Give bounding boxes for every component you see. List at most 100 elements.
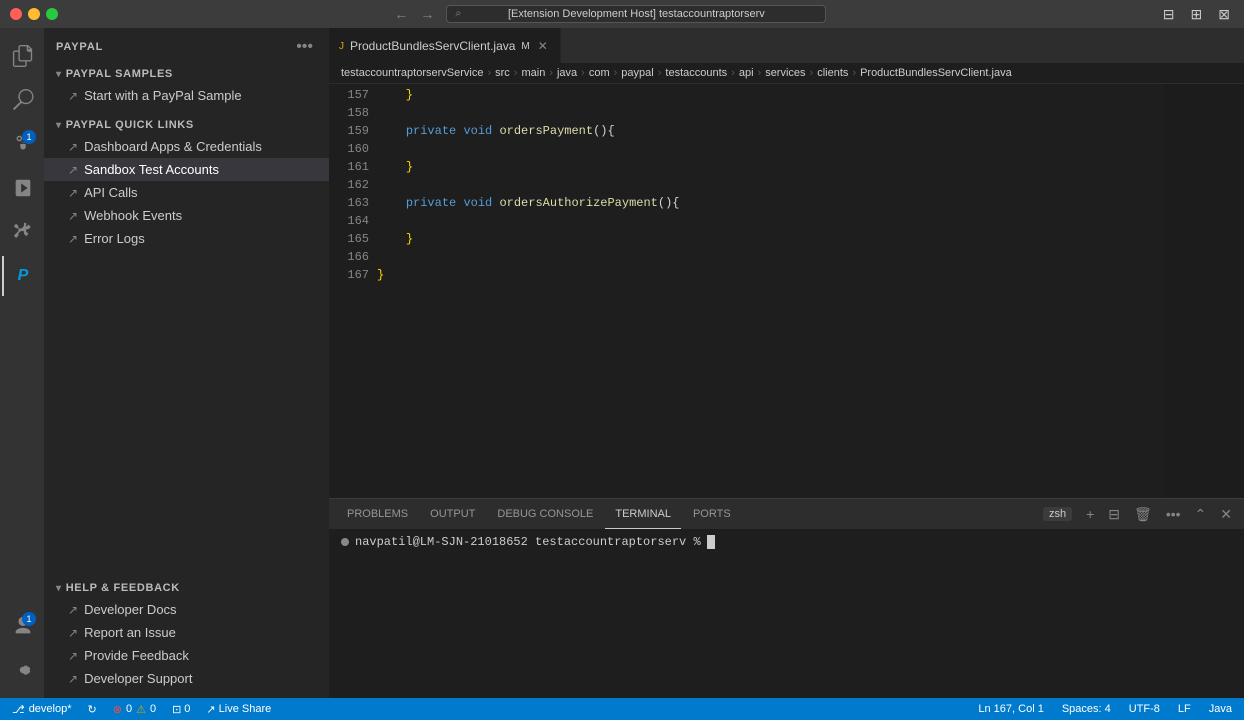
help-feedback-header[interactable]: ▾ HELP & FEEDBACK: [44, 578, 329, 598]
add-terminal-button[interactable]: +: [1082, 504, 1098, 524]
breadcrumb-item-0[interactable]: testaccountraptorservService: [341, 67, 483, 79]
ports-count: 0: [184, 703, 190, 715]
editor-tab-productbundles[interactable]: J ProductBundlesServClient.java M ✕: [329, 28, 561, 63]
external-link-icon-feedback: ↗: [68, 649, 78, 663]
help-chevron: ▾: [56, 583, 62, 594]
activity-search[interactable]: [2, 80, 42, 120]
error-count: 0: [126, 703, 132, 715]
tab-filename: ProductBundlesServClient.java: [350, 39, 515, 53]
close-button[interactable]: [10, 8, 22, 20]
status-spaces[interactable]: Spaces: 4: [1058, 703, 1115, 715]
title-bar-right: ⊟ ⊞ ⊠: [1159, 4, 1234, 25]
more-terminal-button[interactable]: •••: [1162, 504, 1185, 524]
breadcrumb-item-5[interactable]: paypal: [621, 67, 653, 79]
sidebar-item-webhook[interactable]: ↗ Webhook Events: [44, 204, 329, 227]
minimap: [1164, 84, 1244, 498]
close-panel-button[interactable]: ✕: [1216, 504, 1236, 525]
split-icon[interactable]: ⊞: [1187, 4, 1207, 25]
forward-arrow[interactable]: →: [416, 6, 438, 22]
code-content[interactable]: } private void ordersPayment(){ } privat…: [377, 84, 1164, 498]
activity-source-control[interactable]: 1: [2, 124, 42, 164]
activity-extensions[interactable]: [2, 212, 42, 252]
activity-accounts[interactable]: 1: [2, 606, 42, 646]
terminal-dot: [341, 538, 349, 546]
minimize-button[interactable]: [28, 8, 40, 20]
git-branch-icon: ⎇: [12, 703, 25, 716]
api-calls-label: API Calls: [84, 185, 137, 200]
activity-settings[interactable]: [2, 650, 42, 690]
status-language[interactable]: Java: [1205, 703, 1236, 715]
terminal-cursor: [707, 535, 715, 549]
paypal-quicklinks-label: PAYPAL QUICK LINKS: [66, 119, 194, 131]
activity-explorer[interactable]: [2, 36, 42, 76]
breadcrumb-item-6[interactable]: testaccounts: [665, 67, 727, 79]
trash-terminal-button[interactable]: 🗑: [1130, 504, 1156, 525]
tab-close-button[interactable]: ✕: [536, 39, 550, 53]
start-sample-label: Start with a PayPal Sample: [84, 88, 242, 103]
panel-tab-ports[interactable]: PORTS: [683, 499, 741, 529]
title-bar: ← → ⌕ [Extension Development Host] testa…: [0, 0, 1244, 28]
grid-icon[interactable]: ⊠: [1214, 4, 1234, 25]
sidebar-item-api-calls[interactable]: ↗ API Calls: [44, 181, 329, 204]
activity-bar-top: 1 P: [2, 36, 42, 606]
panel-tab-terminal[interactable]: TERMINAL: [605, 499, 681, 529]
panel-tab-problems[interactable]: PROBLEMS: [337, 499, 418, 529]
back-arrow[interactable]: ←: [390, 6, 412, 22]
activity-run[interactable]: [2, 168, 42, 208]
external-link-icon-support: ↗: [68, 672, 78, 686]
breadcrumb-item-1[interactable]: src: [495, 67, 510, 79]
dashboard-label: Dashboard Apps & Credentials: [84, 139, 262, 154]
status-cursor-pos[interactable]: Ln 167, Col 1: [974, 703, 1047, 715]
address-bar[interactable]: ⌕ [Extension Development Host] testaccou…: [446, 5, 826, 23]
status-liveshare[interactable]: ↗ Live Share: [202, 703, 275, 716]
paypal-quicklinks-chevron: ▾: [56, 120, 62, 131]
status-branch[interactable]: ⎇ develop*: [8, 703, 76, 716]
sidebar-item-sandbox[interactable]: ↗ Sandbox Test Accounts: [44, 158, 329, 181]
split-terminal-button[interactable]: ⊟: [1104, 504, 1124, 525]
error-logs-label: Error Logs: [84, 231, 145, 246]
breadcrumb-item-8[interactable]: services: [765, 67, 805, 79]
breadcrumb-item-2[interactable]: main: [521, 67, 545, 79]
terminal-content[interactable]: navpatil@LM-SJN-21018652 testaccountrapt…: [329, 529, 1244, 698]
sidebar-item-dashboard[interactable]: ↗ Dashboard Apps & Credentials: [44, 135, 329, 158]
external-link-icon-error: ↗: [68, 232, 78, 246]
breadcrumb-item-9[interactable]: clients: [817, 67, 848, 79]
layout-icon[interactable]: ⊟: [1159, 4, 1179, 25]
tab-modified-indicator: M: [521, 41, 529, 52]
breadcrumb-item-4[interactable]: com: [589, 67, 610, 79]
sidebar-item-error-logs[interactable]: ↗ Error Logs: [44, 227, 329, 250]
main-layout: 1 P 1 PAYPAL •••: [0, 28, 1244, 698]
status-bar-right: Ln 167, Col 1 Spaces: 4 UTF-8 LF Java: [974, 703, 1236, 715]
breadcrumb: testaccountraptorservService › src › mai…: [329, 63, 1244, 84]
status-ports[interactable]: ⊡ 0: [168, 703, 194, 716]
maximize-button[interactable]: [46, 8, 58, 20]
breadcrumb-item-3[interactable]: java: [557, 67, 577, 79]
sidebar-item-dev-docs[interactable]: ↗ Developer Docs: [44, 598, 329, 621]
breadcrumb-item-10[interactable]: ProductBundlesServClient.java: [860, 67, 1012, 79]
activity-paypal[interactable]: P: [2, 256, 42, 296]
external-link-icon-api: ↗: [68, 186, 78, 200]
breadcrumb-item-7[interactable]: api: [739, 67, 754, 79]
status-line-ending[interactable]: LF: [1174, 703, 1195, 715]
maximize-panel-button[interactable]: ⌃: [1191, 504, 1211, 525]
sidebar-more-button[interactable]: •••: [292, 38, 317, 56]
status-errors[interactable]: ⊗ 0 ⚠ 0: [109, 703, 160, 716]
accounts-badge: 1: [22, 612, 36, 626]
error-icon: ⊗: [113, 703, 122, 716]
sidebar-spacer: [44, 254, 329, 574]
start-sample-item[interactable]: ↗ Start with a PayPal Sample: [44, 84, 329, 107]
sidebar-item-provide-feedback[interactable]: ↗ Provide Feedback: [44, 644, 329, 667]
panel-tab-debug-console[interactable]: DEBUG CONSOLE: [487, 499, 603, 529]
code-editor[interactable]: 157 158 159 160 161 162 163 164 165 166 …: [329, 84, 1244, 498]
provide-feedback-label: Provide Feedback: [84, 648, 189, 663]
sidebar-item-report-issue[interactable]: ↗ Report an Issue: [44, 621, 329, 644]
paypal-samples-header[interactable]: ▾ PAYPAL SAMPLES: [44, 64, 329, 84]
paypal-quicklinks-header[interactable]: ▾ PAYPAL QUICK LINKS: [44, 115, 329, 135]
tab-bar: J ProductBundlesServClient.java M ✕: [329, 28, 1244, 63]
status-bar: ⎇ develop* ↻ ⊗ 0 ⚠ 0 ⊡ 0 ↗ Live Share Ln…: [0, 698, 1244, 720]
window-controls: [10, 8, 58, 20]
status-encoding[interactable]: UTF-8: [1125, 703, 1164, 715]
panel-tab-output[interactable]: OUTPUT: [420, 499, 485, 529]
status-sync[interactable]: ↻: [84, 703, 101, 716]
sidebar-item-dev-support[interactable]: ↗ Developer Support: [44, 667, 329, 690]
